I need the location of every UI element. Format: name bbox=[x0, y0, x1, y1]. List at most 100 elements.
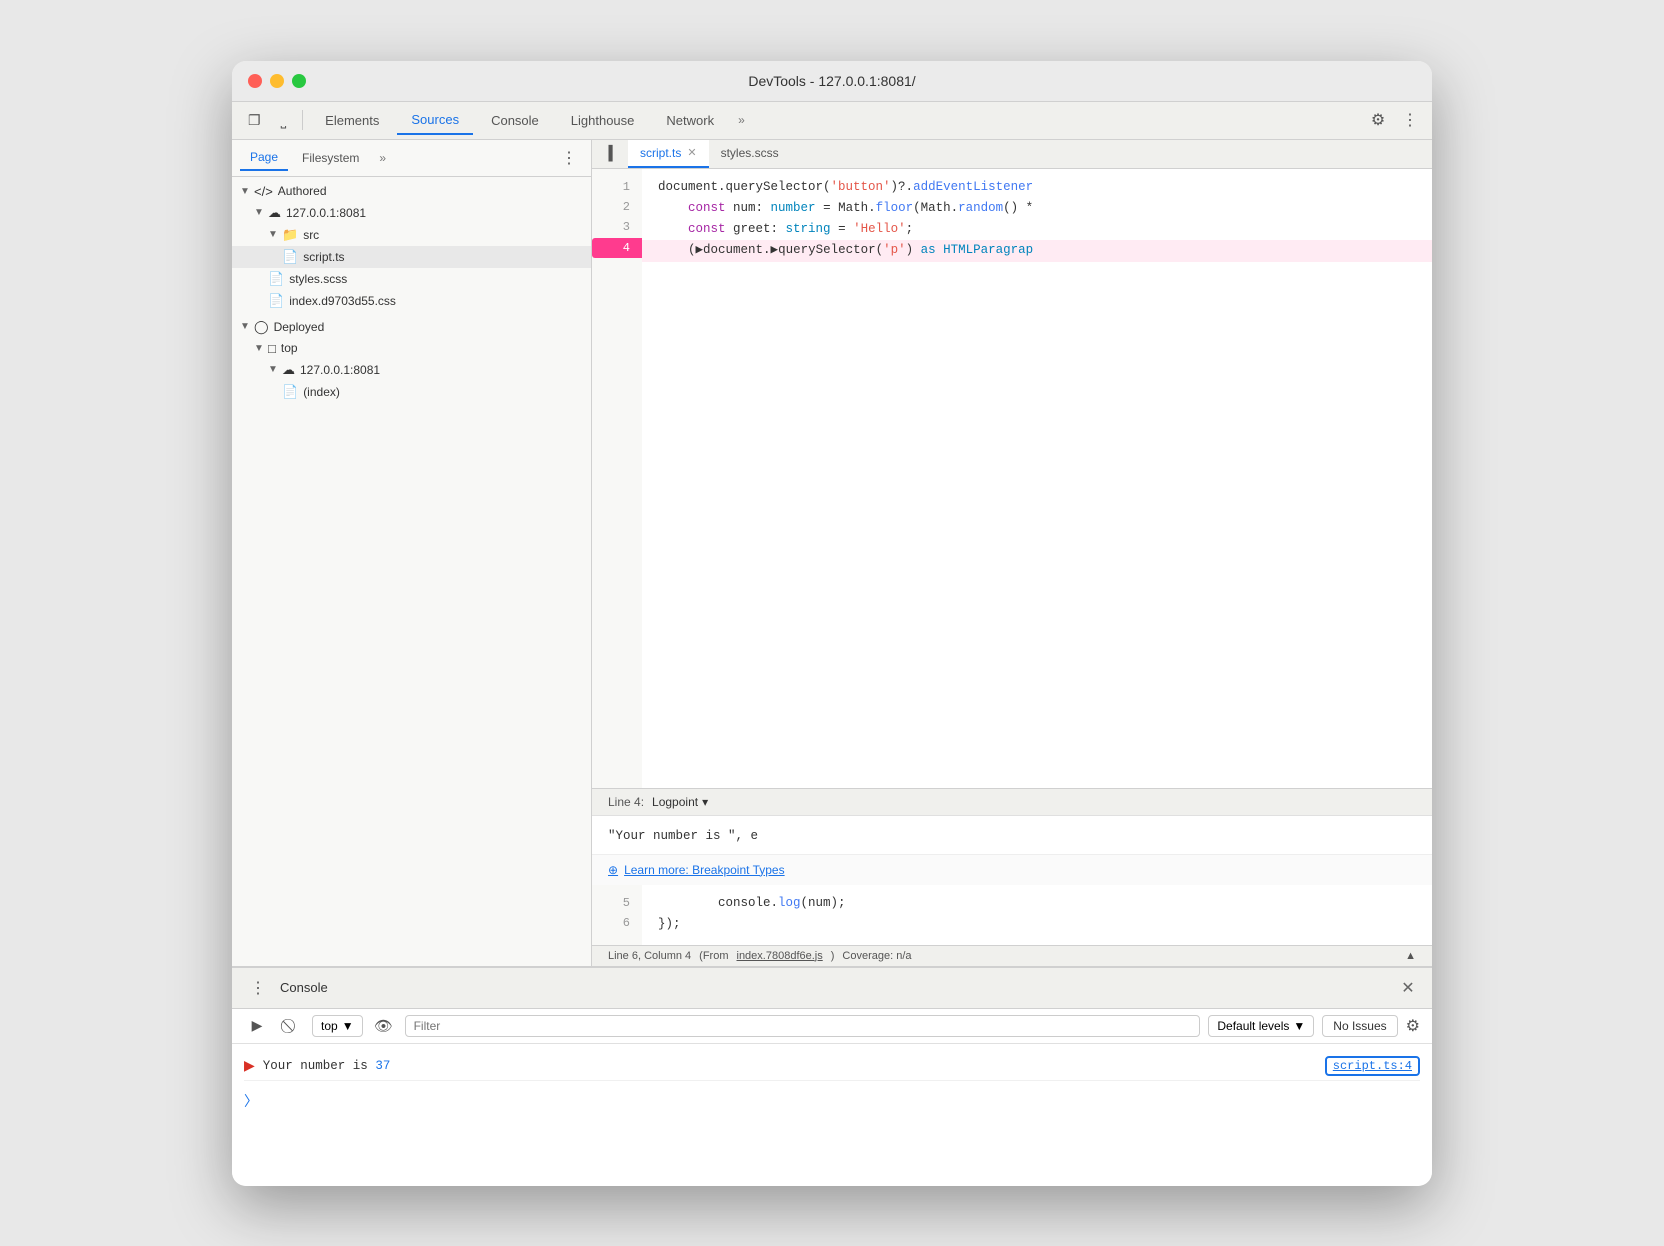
editor-tabs: ▍ script.ts ✕ styles.scss bbox=[592, 140, 1432, 169]
status-right-btn[interactable]: ▲ bbox=[1405, 950, 1416, 962]
code-line-2: const num: number = Math.floor(Math.rand… bbox=[642, 198, 1432, 219]
tab-sources[interactable]: Sources bbox=[397, 106, 473, 135]
console-eye-icon[interactable]: 👁 bbox=[371, 1013, 397, 1039]
console-close-icon[interactable]: ✕ bbox=[1396, 976, 1420, 1000]
console-log-source-link[interactable]: script.ts:4 bbox=[1325, 1056, 1420, 1076]
top-section: Page Filesystem » ⋮ ▼ </> Authored bbox=[232, 140, 1432, 966]
tree-item-index[interactable]: 📄 (index) bbox=[232, 381, 591, 403]
sidebar: Page Filesystem » ⋮ ▼ </> Authored bbox=[232, 140, 592, 966]
tree-item-deployed[interactable]: ▼ ◯ Deployed bbox=[232, 316, 591, 338]
script-ts-label: script.ts bbox=[303, 250, 344, 264]
toolbar-separator bbox=[302, 110, 303, 130]
title-bar: DevTools - 127.0.0.1:8081/ bbox=[232, 61, 1432, 102]
ts-file-icon: 📄 bbox=[282, 249, 298, 265]
console-title: Console bbox=[280, 980, 328, 995]
tab-network[interactable]: Network bbox=[652, 107, 728, 134]
host2-label: 127.0.0.1:8081 bbox=[300, 363, 380, 377]
tree-item-host2[interactable]: ▼ ☁ 127.0.0.1:8081 bbox=[232, 359, 591, 381]
file-tab-styles-scss[interactable]: styles.scss bbox=[709, 140, 791, 168]
code-area: 1 2 3 4 document.querySelector('button')… bbox=[592, 169, 1432, 788]
styles-scss-label: styles.scss bbox=[289, 272, 347, 286]
logpoint-popup: Line 4: Logpoint ▾ ⊕ Learn more: Breakpo… bbox=[592, 788, 1432, 885]
top-label: top bbox=[281, 341, 298, 355]
tree-item-index-css[interactable]: 📄 index.d9703d55.css bbox=[232, 290, 591, 312]
no-issues-button[interactable]: No Issues bbox=[1322, 1015, 1397, 1037]
file-tab-script-ts[interactable]: script.ts ✕ bbox=[628, 140, 709, 168]
tab-console[interactable]: Console bbox=[477, 107, 553, 134]
file-tab-script-ts-label: script.ts bbox=[640, 146, 681, 160]
from-text: (From bbox=[699, 950, 728, 962]
line-num-1: 1 bbox=[592, 177, 642, 197]
cursor-position: Line 6, Column 4 bbox=[608, 950, 691, 962]
tree-item-host[interactable]: ▼ ☁ 127.0.0.1:8081 bbox=[232, 202, 591, 224]
console-filter-input[interactable] bbox=[405, 1015, 1201, 1037]
close-button[interactable] bbox=[248, 74, 262, 88]
src-label: src bbox=[303, 228, 319, 242]
console-context-selector[interactable]: top ▼ bbox=[312, 1015, 363, 1037]
console-header: ⋮ Console ✕ bbox=[232, 968, 1432, 1009]
sidebar-options-icon[interactable]: ⋮ bbox=[555, 144, 583, 172]
tree-arrow-top: ▼ bbox=[254, 343, 268, 354]
box-icon: ◯ bbox=[254, 319, 269, 335]
tree-arrow-src: ▼ bbox=[268, 229, 282, 240]
line-num-2: 2 bbox=[592, 197, 642, 217]
console-log-number: 37 bbox=[375, 1059, 390, 1073]
cloud-icon: ☁ bbox=[268, 205, 281, 221]
tree-item-script-ts[interactable]: 📄 script.ts bbox=[232, 246, 591, 268]
logpoint-dropdown-arrow-icon: ▾ bbox=[702, 795, 708, 809]
tree-item-authored[interactable]: ▼ </> Authored bbox=[232, 181, 591, 202]
tree-item-src[interactable]: ▼ 📁 src bbox=[232, 224, 591, 246]
learn-more-link[interactable]: ⊕ Learn more: Breakpoint Types bbox=[608, 863, 1416, 877]
sidebar-tab-page[interactable]: Page bbox=[240, 145, 288, 171]
logpoint-input[interactable] bbox=[608, 829, 1416, 843]
file-tree: ▼ </> Authored ▼ ☁ 127.0.0.1:8081 ▼ bbox=[232, 177, 591, 966]
console-section: ⋮ Console ✕ ▶ ⃠ top ▼ 👁 Default levels ▼… bbox=[232, 966, 1432, 1186]
code-line-4: (▶document.▶querySelector('p') as HTMLPa… bbox=[642, 240, 1432, 261]
more-options-icon[interactable]: ⋮ bbox=[1396, 106, 1424, 134]
file-tab-styles-scss-label: styles.scss bbox=[721, 146, 779, 160]
editor-area: ▍ script.ts ✕ styles.scss 1 2 3 4 bbox=[592, 140, 1432, 966]
tree-arrow-authored: ▼ bbox=[240, 186, 254, 197]
console-levels-dropdown[interactable]: Default levels ▼ bbox=[1208, 1015, 1314, 1037]
console-ban-icon[interactable]: ⃠ bbox=[278, 1013, 304, 1039]
console-prompt-input[interactable] bbox=[266, 1094, 1420, 1108]
console-levels-arrow-icon: ▼ bbox=[1293, 1019, 1305, 1033]
inspect-icon[interactable]: ⎵ bbox=[273, 108, 295, 133]
code-lines: document.querySelector('button')?.addEve… bbox=[642, 169, 1432, 788]
tree-arrow-host2: ▼ bbox=[268, 364, 282, 375]
line-num-4[interactable]: 4 bbox=[592, 238, 642, 258]
console-gear-icon[interactable]: ⚙ bbox=[1406, 1016, 1420, 1036]
line-num-3: 3 bbox=[592, 217, 642, 237]
console-prompt-chevron-icon: 〉 bbox=[244, 1091, 258, 1111]
scss-file-icon: 📄 bbox=[268, 271, 284, 287]
cloud2-icon: ☁ bbox=[282, 362, 295, 378]
sidebar-tab-filesystem[interactable]: Filesystem bbox=[292, 146, 369, 170]
css-file-icon: 📄 bbox=[268, 293, 284, 309]
circle-arrow-icon: ⊕ bbox=[608, 863, 618, 877]
console-play-icon[interactable]: ▶ bbox=[244, 1013, 270, 1039]
tab-lighthouse[interactable]: Lighthouse bbox=[557, 107, 649, 134]
toggle-sidebar-icon[interactable]: ▍ bbox=[600, 140, 628, 168]
tab-elements[interactable]: Elements bbox=[311, 107, 393, 134]
logpoint-type-dropdown[interactable]: Logpoint ▾ bbox=[652, 795, 708, 809]
code-lines-below: console.log(num); }); bbox=[642, 885, 1432, 945]
folder-icon: 📁 bbox=[282, 227, 298, 243]
close-script-ts-icon[interactable]: ✕ bbox=[687, 146, 696, 159]
learn-more-text: Learn more: Breakpoint Types bbox=[624, 863, 785, 877]
maximize-button[interactable] bbox=[292, 74, 306, 88]
logpoint-link-area: ⊕ Learn more: Breakpoint Types bbox=[592, 854, 1432, 885]
minimize-button[interactable] bbox=[270, 74, 284, 88]
more-tabs-button[interactable]: » bbox=[732, 109, 751, 131]
settings-icon[interactable]: ⚙ bbox=[1364, 106, 1392, 134]
console-prompt: 〉 bbox=[244, 1085, 1420, 1117]
logpoint-input-area bbox=[592, 816, 1432, 854]
devtools-body: Page Filesystem » ⋮ ▼ </> Authored bbox=[232, 140, 1432, 1186]
source-file-link[interactable]: index.7808df6e.js bbox=[737, 950, 823, 962]
line-numbers-below: 5 6 bbox=[592, 885, 642, 945]
tree-item-styles-scss[interactable]: 📄 styles.scss bbox=[232, 268, 591, 290]
logpoint-line-label: Line 4: bbox=[608, 795, 644, 809]
tree-item-top[interactable]: ▼ □ top bbox=[232, 338, 591, 359]
console-options-icon[interactable]: ⋮ bbox=[244, 974, 272, 1002]
sidebar-more-btn[interactable]: » bbox=[373, 147, 392, 169]
cursor-icon[interactable]: ❐ bbox=[240, 108, 269, 133]
